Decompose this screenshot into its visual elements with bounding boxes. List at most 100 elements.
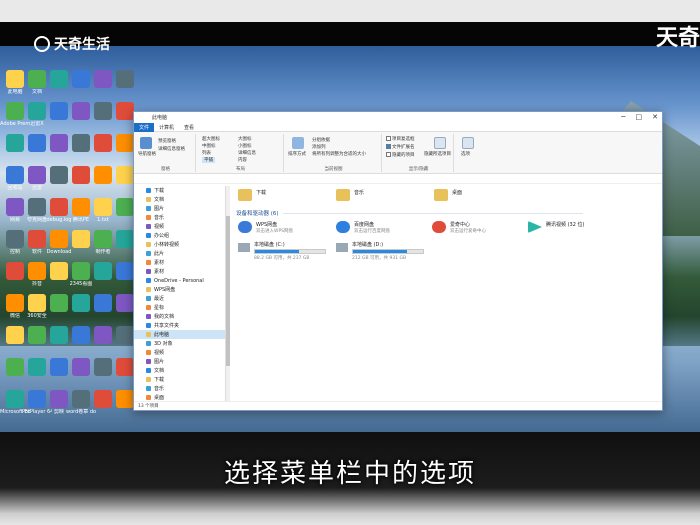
drive-c[interactable]: 本地磁盘 (C:) 88.2 GB 可用，共 237 GB bbox=[238, 241, 326, 261]
nav-item[interactable]: 此片 bbox=[134, 249, 225, 258]
nav-item[interactable]: 文档 bbox=[134, 195, 225, 204]
hidden-items-toggle[interactable]: 隐藏的项目 bbox=[386, 152, 415, 158]
item-checkboxes-toggle[interactable]: 项目复选框 bbox=[386, 136, 415, 142]
layout-large-icons[interactable]: 大图标 bbox=[238, 136, 252, 142]
folder-icon bbox=[146, 386, 151, 391]
folder-desktop[interactable]: 桌面 bbox=[434, 189, 462, 201]
nav-item[interactable]: 素材 bbox=[134, 258, 225, 267]
nav-item-label: 此电脑 bbox=[154, 332, 170, 338]
nav-item[interactable]: 下载 bbox=[134, 375, 225, 384]
app-icon bbox=[116, 326, 134, 344]
tab-file[interactable]: 文件 bbox=[134, 122, 155, 132]
nav-item[interactable]: 最近 bbox=[134, 294, 225, 303]
desktop-icon-label: 2345看图 bbox=[69, 281, 93, 287]
group-by-button[interactable]: 分组依据 bbox=[312, 137, 330, 143]
layout-content[interactable]: 内容 bbox=[238, 157, 247, 163]
device-baidu-netdisk[interactable]: 百度网盘 双击运行百度网盘 bbox=[336, 221, 390, 234]
nav-item[interactable]: 小林转视频 bbox=[134, 240, 225, 249]
app-icon bbox=[116, 70, 134, 88]
nav-item[interactable]: 视频 bbox=[134, 348, 225, 357]
maximize-button[interactable]: □ bbox=[636, 113, 643, 121]
desktop-folder-icon bbox=[434, 189, 448, 201]
sort-by-button[interactable]: 排序方式 bbox=[288, 151, 306, 157]
folder-downloads[interactable]: 下载 bbox=[238, 189, 266, 201]
options-button[interactable]: 选项 bbox=[461, 151, 470, 157]
folder-icon bbox=[146, 296, 151, 301]
nav-item[interactable]: 图片 bbox=[134, 204, 225, 213]
navigation-pane-button[interactable]: 导航窗格 bbox=[138, 151, 156, 157]
navigation-scrollbar[interactable] bbox=[226, 186, 230, 402]
desktop-icon[interactable] bbox=[110, 70, 140, 89]
file-explorer-window: 此电脑 ─ □ ✕ 文件 计算机 查看 导航窗格 预览窗格 详细信息窗格 窗格 … bbox=[133, 111, 663, 411]
nav-item[interactable]: 星标 bbox=[134, 303, 225, 312]
folder-icon bbox=[146, 251, 151, 256]
device-love-center[interactable]: 爱奇中心 双击运行爱奇中心 bbox=[432, 221, 486, 234]
drive-d[interactable]: 本地磁盘 (D:) 212 GB 可用，共 931 GB bbox=[336, 241, 424, 261]
checkbox-icon bbox=[386, 152, 391, 157]
tab-computer[interactable]: 计算机 bbox=[154, 123, 179, 132]
size-columns-button[interactable]: 将所有列调整为合适的大小 bbox=[312, 151, 366, 157]
nav-item-label: 下载 bbox=[154, 377, 165, 383]
app-icon bbox=[116, 166, 134, 184]
video-frame: 此电脑 文档 Adobe Premi 迅雷X 回收站 迅雷 网易 夸克网盘 debug.log 腾… bbox=[0, 0, 700, 525]
ribbon-group-options: 选项 bbox=[456, 134, 480, 172]
nav-item[interactable]: 我的文档 bbox=[134, 312, 225, 321]
app-icon bbox=[116, 198, 134, 216]
nav-item[interactable]: 3D 对象 bbox=[134, 339, 225, 348]
checkbox-icon bbox=[386, 136, 391, 141]
app-icon bbox=[116, 390, 134, 408]
minimize-button[interactable]: ─ bbox=[621, 113, 625, 121]
checkbox-checked-icon bbox=[386, 144, 391, 149]
layout-medium-icons[interactable]: 中图标 bbox=[202, 143, 216, 149]
nav-item[interactable]: 办公组 bbox=[134, 231, 225, 240]
nav-item[interactable]: 音乐 bbox=[134, 384, 225, 393]
folder-icon bbox=[146, 242, 151, 247]
nav-item[interactable]: 素材 bbox=[134, 267, 225, 276]
add-columns-button[interactable]: 添加列 bbox=[312, 144, 326, 150]
close-button[interactable]: ✕ bbox=[652, 113, 658, 121]
nav-item[interactable]: 文档 bbox=[134, 366, 225, 375]
scrollbar-thumb[interactable] bbox=[226, 216, 230, 366]
folder-icon bbox=[146, 359, 151, 364]
nav-item[interactable]: 此电脑 bbox=[134, 330, 225, 339]
nav-item[interactable]: OneDrive - Personal bbox=[134, 276, 225, 285]
device-wps-cloud[interactable]: WPS网盘 双击进入WPS网盘 bbox=[238, 221, 293, 234]
nav-item-label: 图片 bbox=[154, 206, 165, 212]
preview-pane-button[interactable]: 预览窗格 bbox=[158, 138, 176, 144]
ribbon-view: 导航窗格 预览窗格 详细信息窗格 窗格 超大图标 大图标 中图标 小图标 列表 … bbox=[134, 132, 662, 174]
brand-watermark: 天奇 bbox=[655, 26, 700, 51]
nav-item[interactable]: 下载 bbox=[134, 186, 225, 195]
nav-item[interactable]: 音乐 bbox=[134, 213, 225, 222]
drive-d-usage-bar bbox=[352, 249, 424, 254]
nav-item-label: 3D 对象 bbox=[154, 341, 173, 347]
nav-item-label: 共享文件夹 bbox=[154, 323, 180, 329]
nav-item-label: 音乐 bbox=[154, 386, 165, 392]
devices-section-header[interactable]: 设备和驱动器 (6) bbox=[236, 209, 583, 217]
nav-item[interactable]: 共享文件夹 bbox=[134, 321, 225, 330]
layout-details[interactable]: 详细信息 bbox=[238, 150, 256, 156]
tab-view[interactable]: 查看 bbox=[179, 123, 199, 132]
hide-selected-button[interactable]: 隐藏所选项目 bbox=[424, 151, 451, 157]
nav-item-label: 文档 bbox=[154, 368, 165, 374]
details-pane-button[interactable]: 详细信息窗格 bbox=[158, 146, 185, 152]
file-extensions-toggle[interactable]: 文件扩展名 bbox=[386, 144, 415, 150]
layout-tiles[interactable]: 平铺 bbox=[202, 157, 215, 163]
desktop-icon-grid: 此电脑 文档 Adobe Premi 迅雷X 回收站 迅雷 网易 夸克网盘 debug.log 腾… bbox=[0, 70, 135, 430]
folder-music[interactable]: 音乐 bbox=[336, 189, 364, 201]
folder-icon bbox=[146, 269, 151, 274]
ribbon-group-label-panes: 窗格 bbox=[161, 167, 170, 172]
layout-xl-icons[interactable]: 超大图标 bbox=[202, 136, 220, 142]
ribbon-group-panes: 导航窗格 预览窗格 详细信息窗格 窗格 bbox=[136, 134, 196, 172]
video-subtitle: 选择菜单栏中的选项 bbox=[223, 459, 476, 489]
layout-list[interactable]: 列表 bbox=[202, 150, 211, 156]
device-tencent-video[interactable]: 腾讯视频 (32 位) bbox=[528, 221, 584, 233]
nav-item[interactable]: 视频 bbox=[134, 222, 225, 231]
layout-small-icons[interactable]: 小图标 bbox=[238, 143, 252, 149]
downloads-folder-icon bbox=[238, 189, 252, 201]
tencent-video-icon bbox=[528, 221, 542, 233]
window-title: 此电脑 bbox=[152, 115, 168, 121]
love-center-icon bbox=[432, 221, 446, 233]
nav-item[interactable]: 图片 bbox=[134, 357, 225, 366]
nav-item[interactable]: WPS网盘 bbox=[134, 285, 225, 294]
address-bar[interactable] bbox=[134, 174, 662, 184]
